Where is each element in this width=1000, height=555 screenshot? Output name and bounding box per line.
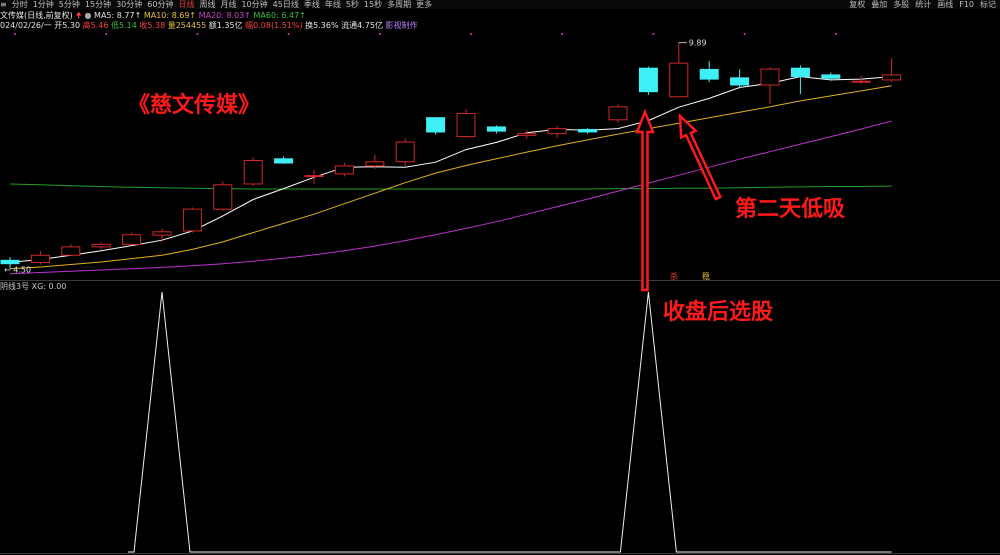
top-marker-dot (743, 33, 746, 35)
candle-body[interactable] (638, 67, 658, 93)
marker-kill: 杀 (670, 271, 678, 281)
candle-body[interactable] (456, 113, 476, 138)
candle-body[interactable] (395, 141, 415, 163)
candle-body[interactable] (669, 62, 689, 98)
candle-body[interactable] (304, 175, 324, 178)
candle-body[interactable] (274, 158, 294, 164)
marker-stable: 稳 (702, 271, 710, 281)
candle-body[interactable] (365, 161, 385, 167)
candle-body[interactable] (243, 159, 263, 185)
candle-body[interactable] (61, 246, 81, 256)
candle-body[interactable] (122, 234, 142, 245)
candle-body[interactable] (547, 128, 567, 135)
candle-body[interactable] (152, 231, 172, 236)
candle-body[interactable] (608, 106, 628, 121)
candle-body[interactable] (699, 68, 719, 80)
candle-body[interactable] (91, 243, 111, 248)
high-price-label: 9.89 (689, 39, 707, 48)
candle-body[interactable] (730, 77, 750, 86)
stock-title-annotation: 《慈文传媒》 (128, 93, 261, 118)
top-marker-dot (470, 33, 472, 35)
xg-indicator-line (128, 291, 892, 553)
candle-body[interactable] (182, 208, 202, 232)
top-marker-dot (14, 33, 16, 35)
candle-body[interactable] (213, 184, 233, 210)
ma60-line (9, 183, 892, 190)
top-marker-dot (105, 33, 108, 35)
stock-chart[interactable]: 9.89 ← 4.50 杀 稳 (0, 0, 1000, 555)
candle-body[interactable] (882, 74, 902, 81)
candle-body[interactable] (0, 259, 20, 265)
candle-body[interactable] (578, 128, 598, 133)
top-marker-dot (834, 33, 837, 35)
candle-body[interactable] (517, 133, 537, 136)
select-after-close-annotation: 收盘后选股 (663, 300, 774, 325)
low-buy-arrow (678, 112, 722, 201)
top-marker-dot (378, 33, 381, 35)
low-buy-annotation: 第二天低吸 (735, 197, 846, 222)
top-marker-dot (196, 33, 199, 35)
candle-body[interactable] (851, 80, 871, 83)
candle-body[interactable] (426, 117, 446, 133)
candle-body[interactable] (30, 254, 50, 263)
top-marker-dot (561, 33, 564, 35)
top-marker-dot (652, 33, 655, 35)
candle-body[interactable] (760, 68, 780, 86)
candle-body[interactable] (486, 126, 506, 132)
select-arrow (635, 108, 655, 292)
candle-body[interactable] (334, 165, 354, 175)
candle-body[interactable] (821, 74, 841, 79)
low-price-label: ← 4.50 (4, 266, 31, 275)
top-marker-dot (287, 33, 290, 35)
candle-body[interactable] (790, 67, 810, 78)
